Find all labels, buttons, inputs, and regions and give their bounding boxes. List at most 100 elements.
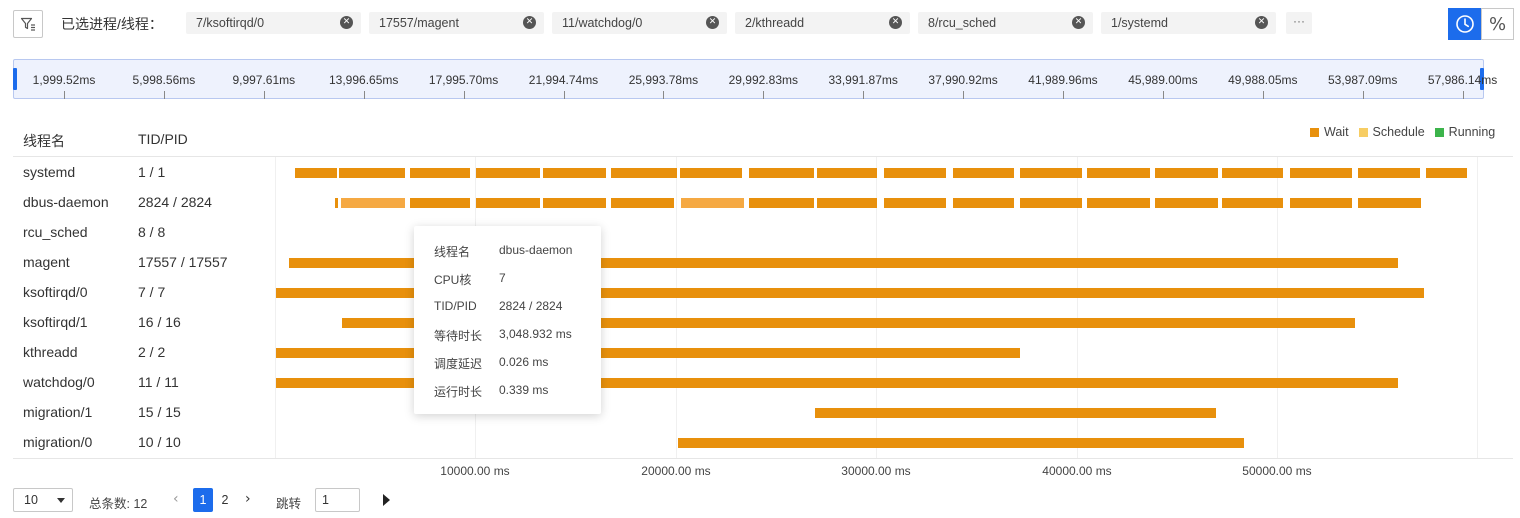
tooltip-key: 线程名 bbox=[434, 245, 471, 259]
legend-item-wait[interactable]: Wait bbox=[1310, 125, 1349, 139]
timeline-bar[interactable] bbox=[611, 198, 674, 208]
total-count-value: 12 bbox=[133, 497, 148, 511]
timeline-bar[interactable] bbox=[817, 168, 877, 178]
timeline-bar[interactable] bbox=[953, 198, 1014, 208]
timeline-bar[interactable] bbox=[335, 198, 338, 208]
timeline-bar[interactable] bbox=[1155, 168, 1218, 178]
page-size-select[interactable]: 10 bbox=[13, 488, 73, 512]
close-icon[interactable]: ✕ bbox=[340, 16, 353, 29]
timeline-bar[interactable] bbox=[749, 198, 814, 208]
selected-chip[interactable]: 11/watchdog/0 ✕ bbox=[552, 12, 727, 34]
timeline-bar[interactable] bbox=[678, 438, 1244, 448]
row-thread-name: ksoftirqd/1 bbox=[23, 314, 88, 330]
timeline-bar[interactable] bbox=[749, 168, 814, 178]
axis-tick-label: 20000.00 ms bbox=[641, 464, 711, 478]
axis-tick-label: 10000.00 ms bbox=[440, 464, 510, 478]
timeline-bar[interactable] bbox=[339, 168, 405, 178]
timeline-bar[interactable] bbox=[276, 348, 1020, 358]
time-mode-button[interactable] bbox=[1448, 8, 1481, 40]
page-1-button[interactable]: 1 bbox=[193, 488, 213, 512]
go-icon[interactable] bbox=[383, 494, 390, 506]
filter-icon bbox=[20, 17, 35, 31]
close-icon[interactable]: ✕ bbox=[1255, 16, 1268, 29]
legend-item-schedule[interactable]: Schedule bbox=[1358, 125, 1425, 139]
timeline-bar[interactable] bbox=[295, 168, 337, 178]
tooltip-key: CPU核 bbox=[434, 273, 472, 287]
timeline-bar[interactable] bbox=[1222, 168, 1283, 178]
caret-down-icon bbox=[57, 498, 65, 503]
timeline-bar[interactable] bbox=[680, 168, 742, 178]
row-tid-pid: 7 / 7 bbox=[138, 284, 166, 300]
ruler-label: 5,998.56ms bbox=[132, 73, 196, 87]
close-icon[interactable]: ✕ bbox=[706, 16, 719, 29]
timeline-bar[interactable] bbox=[1087, 168, 1150, 178]
timeline-bar[interactable] bbox=[1087, 198, 1150, 208]
selected-chip[interactable]: 2/kthreadd ✕ bbox=[735, 12, 910, 34]
row-thread-name: migration/0 bbox=[23, 434, 93, 450]
row-tid-pid: 2824 / 2824 bbox=[138, 194, 212, 210]
range-start-handle[interactable] bbox=[13, 68, 17, 90]
timeline-bar[interactable] bbox=[1020, 198, 1082, 208]
page-2-button[interactable]: 2 bbox=[215, 488, 235, 512]
jump-page-input[interactable] bbox=[315, 488, 360, 512]
timeline-bar[interactable] bbox=[884, 168, 946, 178]
timeline-bar[interactable] bbox=[410, 168, 470, 178]
timeline-bar[interactable] bbox=[543, 198, 606, 208]
timeline-bar[interactable] bbox=[476, 198, 540, 208]
clock-icon bbox=[1455, 15, 1474, 33]
percent-mode-button[interactable]: % bbox=[1481, 8, 1514, 40]
ruler-label: 53,987.09ms bbox=[1327, 73, 1398, 87]
timeline-bar[interactable] bbox=[1222, 198, 1283, 208]
selected-chip[interactable]: 1/systemd ✕ bbox=[1101, 12, 1276, 34]
timeline-bar[interactable] bbox=[341, 198, 405, 208]
timeline-bar[interactable] bbox=[1358, 168, 1420, 178]
row-tid-pid: 11 / 11 bbox=[138, 374, 179, 390]
ruler-label: 45,989.00ms bbox=[1128, 73, 1198, 87]
row-tid-pid: 17557 / 17557 bbox=[138, 254, 228, 270]
timeline-bar[interactable] bbox=[1155, 198, 1218, 208]
timeline-bar[interactable] bbox=[543, 168, 606, 178]
tooltip-value: 7 bbox=[499, 271, 506, 285]
timeline-bar[interactable] bbox=[1290, 168, 1352, 178]
selected-chip[interactable]: 17557/magent ✕ bbox=[369, 12, 544, 34]
prev-page-button[interactable]: ‹ bbox=[173, 491, 179, 507]
time-range-ruler[interactable]: 1,999.52ms 5,998.56ms 9,997.61ms 13,996.65m… bbox=[13, 59, 1497, 99]
filter-button[interactable] bbox=[13, 10, 43, 38]
close-icon[interactable]: ✕ bbox=[1072, 16, 1085, 29]
legend-item-running[interactable]: Running bbox=[1434, 125, 1495, 139]
close-icon[interactable]: ✕ bbox=[889, 16, 902, 29]
grid-line bbox=[676, 157, 677, 458]
tooltip-key: TID/PID bbox=[434, 299, 477, 313]
timeline-bar[interactable] bbox=[1290, 198, 1352, 208]
total-count: 总条数: 12 bbox=[89, 493, 147, 512]
page-size-value: 10 bbox=[24, 493, 38, 507]
timeline-bar[interactable] bbox=[953, 168, 1014, 178]
timeline-bar[interactable] bbox=[815, 408, 1216, 418]
ruler-label: 37,990.92ms bbox=[928, 73, 998, 87]
selected-chip[interactable]: 8/rcu_sched ✕ bbox=[918, 12, 1093, 34]
chip-label: 7/ksoftirqd/0 bbox=[196, 16, 265, 30]
timeline-bar[interactable] bbox=[681, 198, 744, 208]
timeline-bar[interactable] bbox=[1358, 198, 1421, 208]
view-mode-toggle: % bbox=[1448, 8, 1514, 40]
timeline-bar[interactable] bbox=[410, 198, 470, 208]
selected-chip[interactable]: 7/ksoftirqd/0 ✕ bbox=[186, 12, 361, 34]
tooltip-value: 0.026 ms bbox=[499, 355, 549, 369]
close-icon[interactable]: ✕ bbox=[523, 16, 536, 29]
timeline-bar[interactable] bbox=[476, 168, 540, 178]
selected-threads-label: 已选进程/线程： bbox=[61, 16, 163, 32]
next-page-button[interactable]: › bbox=[245, 491, 251, 507]
row-thread-name: ksoftirqd/0 bbox=[23, 284, 88, 300]
timeline-bar[interactable] bbox=[1020, 168, 1082, 178]
ruler-tick bbox=[863, 91, 865, 99]
ruler-label: 49,988.05ms bbox=[1228, 73, 1298, 87]
row-tid-pid: 1 / 1 bbox=[138, 164, 166, 180]
timeline-bar[interactable] bbox=[884, 198, 946, 208]
timeline-bar[interactable] bbox=[817, 198, 877, 208]
grid-line bbox=[275, 157, 276, 458]
row-thread-name: watchdog/0 bbox=[23, 374, 95, 390]
ruler-label: 29,992.83ms bbox=[728, 73, 798, 87]
timeline-bar[interactable] bbox=[611, 168, 677, 178]
more-chips-button[interactable]: ··· bbox=[1286, 12, 1312, 34]
timeline-bar[interactable] bbox=[1426, 168, 1467, 178]
